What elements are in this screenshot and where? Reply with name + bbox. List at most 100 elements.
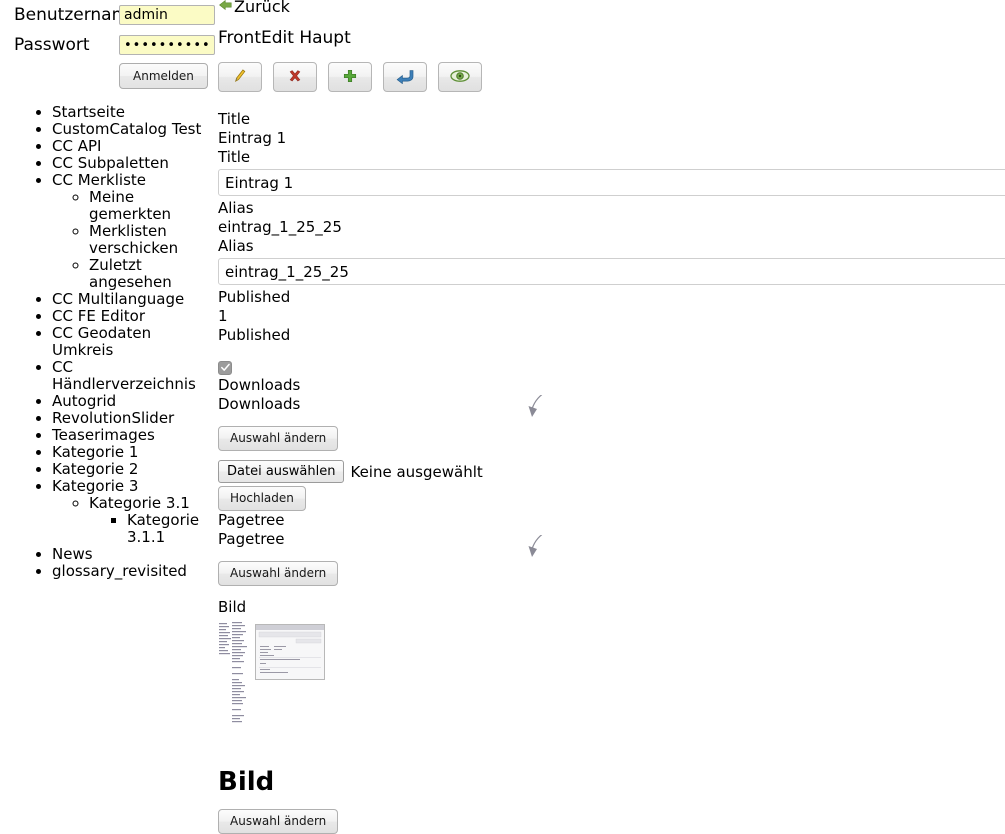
nav-label[interactable]: Teaserimages bbox=[52, 426, 155, 444]
title-caption-top: Title bbox=[218, 110, 251, 128]
nav-item-teaserimages[interactable]: Teaserimages bbox=[52, 427, 214, 444]
nav-label[interactable]: Kategorie 3.1.1 bbox=[127, 511, 199, 546]
title-current-value: Eintrag 1 bbox=[218, 129, 287, 147]
nav-list-level-3: Kategorie 3.1.1 bbox=[89, 512, 214, 546]
alias-caption-top: Alias bbox=[218, 199, 254, 217]
frontedit-form: Title Eintrag 1 Title Alias eintrag_1_25… bbox=[218, 110, 1005, 834]
nav-label[interactable]: CC Händlerverzeichnis bbox=[52, 358, 196, 393]
published-checkbox[interactable] bbox=[218, 360, 232, 375]
blue-arrow-icon bbox=[395, 68, 415, 87]
green-plus-icon bbox=[341, 67, 359, 88]
nav-label[interactable]: Kategorie 1 bbox=[52, 443, 138, 461]
nav-label[interactable]: Autogrid bbox=[52, 392, 116, 410]
edit-button[interactable] bbox=[218, 62, 262, 92]
upload-button[interactable]: Hochladen bbox=[218, 486, 306, 511]
green-eye-icon bbox=[449, 68, 471, 87]
nav-label[interactable]: CC Subpaletten bbox=[52, 154, 169, 172]
green-left-arrow-icon bbox=[218, 0, 233, 17]
nav-item-zuletzt-angesehen[interactable]: Zuletzt angesehen bbox=[89, 257, 214, 291]
nav-label[interactable]: Kategorie 2 bbox=[52, 460, 138, 478]
action-toolbar bbox=[218, 62, 482, 92]
password-input[interactable] bbox=[119, 35, 215, 55]
password-row: Passwort bbox=[14, 30, 229, 60]
username-input[interactable] bbox=[119, 5, 215, 25]
nav-label[interactable]: glossary_revisited bbox=[52, 562, 187, 580]
alias-input[interactable] bbox=[218, 258, 1005, 285]
nav-item-glossary-revisited[interactable]: glossary_revisited bbox=[52, 563, 214, 580]
nav-label[interactable]: CustomCatalog Test bbox=[52, 120, 201, 138]
nav-item-merklisten-verschicken[interactable]: Merklisten verschicken bbox=[89, 223, 214, 257]
pagetree-caption-top: Pagetree bbox=[218, 511, 285, 529]
preview-button[interactable] bbox=[438, 62, 482, 92]
nav-label[interactable]: Meine gemerkten bbox=[89, 188, 171, 223]
bild-change-selection-button[interactable]: Auswahl ändern bbox=[218, 809, 339, 834]
pencil-icon bbox=[231, 67, 249, 88]
username-row: Benutzername bbox=[14, 0, 229, 30]
downloads-change-selection-button[interactable]: Auswahl ändern bbox=[218, 426, 339, 451]
bild-section-heading: Bild bbox=[218, 767, 275, 797]
nav-item-revolutionslider[interactable]: RevolutionSlider bbox=[52, 410, 214, 427]
title-input[interactable] bbox=[218, 169, 1005, 196]
published-current-value: 1 bbox=[218, 307, 228, 325]
nav-item-cc-merkliste[interactable]: CC Merkliste Meine gemerkten Merklisten … bbox=[52, 172, 214, 291]
add-button[interactable] bbox=[328, 62, 372, 92]
nav-item-kategorie-1[interactable]: Kategorie 1 bbox=[52, 444, 214, 461]
nav-item-kategorie-3[interactable]: Kategorie 3 Kategorie 3.1 Kategorie 3.1.… bbox=[52, 478, 214, 546]
nav-list-level-2: Meine gemerkten Merklisten verschicken Z… bbox=[52, 189, 214, 291]
nav-item-autogrid[interactable]: Autogrid bbox=[52, 393, 214, 410]
title-field-label: Title bbox=[218, 148, 251, 166]
back-link[interactable]: Zurück bbox=[218, 0, 290, 17]
nav-item-cc-haendlerverzeichnis[interactable]: CC Händlerverzeichnis bbox=[52, 359, 214, 393]
nav-item-cc-subpaletten[interactable]: CC Subpaletten bbox=[52, 155, 214, 172]
nav-item-cc-multilanguage[interactable]: CC Multilanguage bbox=[52, 291, 214, 308]
nav-item-cc-fe-editor[interactable]: CC FE Editor bbox=[52, 308, 214, 325]
file-status-label: Keine ausgewählt bbox=[350, 462, 483, 481]
nav-item-cc-geodaten-umkreis[interactable]: CC Geodaten Umkreis bbox=[52, 325, 214, 359]
downloads-field-label: Downloads bbox=[218, 395, 301, 413]
red-x-icon bbox=[286, 67, 304, 88]
login-submit-row: Anmelden bbox=[14, 60, 229, 92]
nav-item-kategorie-2[interactable]: Kategorie 2 bbox=[52, 461, 214, 478]
nav-item-kategorie-3-1-1[interactable]: Kategorie 3.1.1 bbox=[127, 512, 214, 546]
move-button[interactable] bbox=[383, 62, 427, 92]
login-form: Benutzername Passwort Anmelden bbox=[14, 0, 229, 92]
nav-label[interactable]: Merklisten verschicken bbox=[89, 222, 178, 257]
nav-item-customcatalog-test[interactable]: CustomCatalog Test bbox=[52, 121, 214, 138]
alias-current-value: eintrag_1_25_25 bbox=[218, 218, 342, 236]
checkmark-icon bbox=[220, 363, 230, 371]
downloads-caption-top: Downloads bbox=[218, 376, 301, 394]
published-caption-top: Published bbox=[218, 288, 291, 306]
nav-list-level-1: Startseite CustomCatalog Test CC API CC … bbox=[14, 104, 214, 580]
sidebar-nav: Startseite CustomCatalog Test CC API CC … bbox=[14, 104, 214, 580]
nav-item-news[interactable]: News bbox=[52, 546, 214, 563]
nav-label[interactable]: CC Geodaten Umkreis bbox=[52, 324, 151, 359]
nav-item-startseite[interactable]: Startseite bbox=[52, 104, 214, 121]
nav-label[interactable]: Kategorie 3 bbox=[52, 477, 138, 495]
nav-label[interactable]: CC API bbox=[52, 137, 101, 155]
alias-field-label: Alias bbox=[218, 237, 254, 255]
username-label: Benutzername bbox=[14, 5, 139, 25]
published-field-label: Published bbox=[218, 326, 291, 344]
login-submit-button[interactable]: Anmelden bbox=[119, 63, 208, 89]
thumbnail-form-screenshot[interactable] bbox=[255, 624, 325, 680]
page-title: FrontEdit Haupt bbox=[218, 28, 351, 48]
nav-label[interactable]: CC Multilanguage bbox=[52, 290, 184, 308]
bild-caption: Bild bbox=[218, 598, 247, 616]
nav-list-level-2: Kategorie 3.1 Kategorie 3.1.1 bbox=[52, 495, 214, 546]
delete-button[interactable] bbox=[273, 62, 317, 92]
file-upload-row: Datei auswählen Keine ausgewählt bbox=[218, 460, 1005, 483]
nav-label[interactable]: Startseite bbox=[52, 103, 125, 121]
nav-item-kategorie-3-1[interactable]: Kategorie 3.1 Kategorie 3.1.1 bbox=[89, 495, 214, 546]
nav-label[interactable]: RevolutionSlider bbox=[52, 409, 174, 427]
nav-item-meine-gemerkten[interactable]: Meine gemerkten bbox=[89, 189, 214, 223]
nav-label[interactable]: CC Merkliste bbox=[52, 171, 146, 189]
nav-label[interactable]: Zuletzt angesehen bbox=[89, 256, 172, 291]
nav-label[interactable]: Kategorie 3.1 bbox=[89, 494, 190, 512]
back-link-label: Zurück bbox=[234, 0, 290, 16]
password-label: Passwort bbox=[14, 35, 90, 55]
nav-label[interactable]: CC FE Editor bbox=[52, 307, 145, 325]
pagetree-change-selection-button[interactable]: Auswahl ändern bbox=[218, 561, 339, 586]
nav-item-cc-api[interactable]: CC API bbox=[52, 138, 214, 155]
choose-file-button[interactable]: Datei auswählen bbox=[218, 460, 345, 483]
nav-label[interactable]: News bbox=[52, 545, 93, 563]
